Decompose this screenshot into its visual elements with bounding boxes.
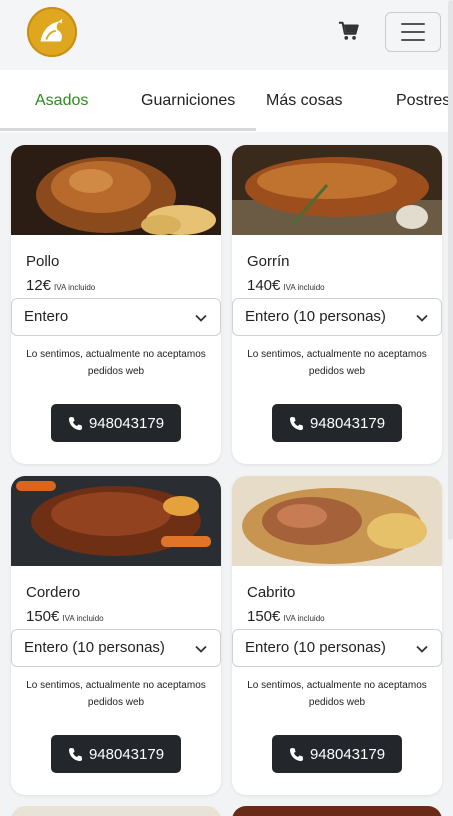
- price-value: 140€: [247, 277, 281, 294]
- select-value: Entero (10 personas): [24, 639, 165, 656]
- portion-select[interactable]: Entero (10 personas): [11, 629, 221, 667]
- chevron-down-icon: [416, 314, 428, 322]
- phone-number: 948043179: [309, 414, 386, 432]
- phone-icon: [289, 747, 304, 761]
- product-card: Cabrito 150€ IVA incluido Entero (10 pers…: [232, 476, 442, 795]
- portion-select[interactable]: Entero: [11, 298, 221, 336]
- menu-bar: [401, 39, 425, 41]
- tab-postres[interactable]: Postres: [396, 92, 450, 110]
- tax-note: IVA incluido: [54, 283, 96, 292]
- product-price: 150€ IVA incluido: [247, 608, 325, 625]
- notice-text: Lo sentimos, actualmente no aceptamos pe…: [247, 349, 427, 377]
- price-value: 150€: [26, 608, 60, 625]
- page-scrollbar[interactable]: [448, 0, 453, 540]
- chevron-down-icon: [195, 314, 207, 322]
- phone-number: 948043179: [309, 745, 386, 763]
- phone-icon: [68, 416, 83, 430]
- product-image: [232, 476, 442, 566]
- notice-text: Lo sentimos, actualmente no aceptamos pe…: [26, 680, 206, 708]
- tax-note: IVA incluido: [283, 614, 325, 623]
- menu-bar: [401, 31, 425, 33]
- call-button[interactable]: 948043179: [272, 735, 402, 773]
- select-value: Entero: [24, 308, 69, 325]
- tab-mas-cosas[interactable]: Más cosas: [266, 92, 342, 110]
- product-name: Cordero: [26, 584, 81, 601]
- product-card-partial: [232, 806, 442, 816]
- tab-guarniciones[interactable]: Guarniciones: [141, 92, 235, 110]
- select-value: Entero (10 personas): [245, 639, 386, 656]
- call-button[interactable]: 948043179: [51, 404, 181, 442]
- product-name: Gorrín: [247, 253, 290, 270]
- notice-text: Lo sentimos, actualmente no aceptamos pe…: [26, 349, 206, 377]
- tax-note: IVA incluido: [62, 614, 104, 623]
- phone-number: 948043179: [88, 745, 165, 763]
- notice-text: Lo sentimos, actualmente no aceptamos pe…: [247, 680, 427, 708]
- product-price: 140€ IVA incluido: [247, 277, 325, 294]
- portion-select[interactable]: Entero (10 personas): [232, 298, 442, 336]
- product-image: [232, 145, 442, 235]
- product-card: Cordero 150€ IVA incluido Entero (10 pers…: [11, 476, 221, 795]
- chevron-down-icon: [416, 645, 428, 653]
- phone-number: 948043179: [88, 414, 165, 432]
- product-name: Cabrito: [247, 584, 296, 601]
- product-card: Gorrín 140€ IVA incluido Entero (10 perso…: [232, 145, 442, 464]
- menu-bar: [401, 23, 425, 25]
- product-image: [11, 145, 221, 235]
- portion-select[interactable]: Entero (10 personas): [232, 629, 442, 667]
- rooster-logo[interactable]: [27, 7, 77, 57]
- select-value: Entero (10 personas): [245, 308, 386, 325]
- category-tabs: Asados Guarniciones Más cosas Postres: [0, 70, 453, 132]
- tabs-scrollbar[interactable]: [0, 128, 256, 131]
- phone-icon: [68, 747, 83, 761]
- phone-icon: [289, 416, 304, 430]
- price-value: 12€: [26, 277, 52, 294]
- product-price: 12€ IVA incluido: [26, 277, 95, 294]
- product-card-partial: [11, 806, 221, 816]
- tab-asados[interactable]: Asados: [35, 92, 88, 110]
- product-card: Pollo 12€ IVA incluido Entero Lo sentimos…: [11, 145, 221, 464]
- top-navbar: [0, 0, 453, 70]
- cart-icon[interactable]: [337, 19, 361, 43]
- price-value: 150€: [247, 608, 281, 625]
- chevron-down-icon: [195, 645, 207, 653]
- product-image: [11, 476, 221, 566]
- product-name: Pollo: [26, 253, 60, 270]
- call-button[interactable]: 948043179: [51, 735, 181, 773]
- product-price: 150€ IVA incluido: [26, 608, 104, 625]
- call-button[interactable]: 948043179: [272, 404, 402, 442]
- tax-note: IVA incluido: [283, 283, 325, 292]
- hamburger-menu-button[interactable]: [385, 12, 441, 52]
- rooster-icon: [40, 18, 63, 42]
